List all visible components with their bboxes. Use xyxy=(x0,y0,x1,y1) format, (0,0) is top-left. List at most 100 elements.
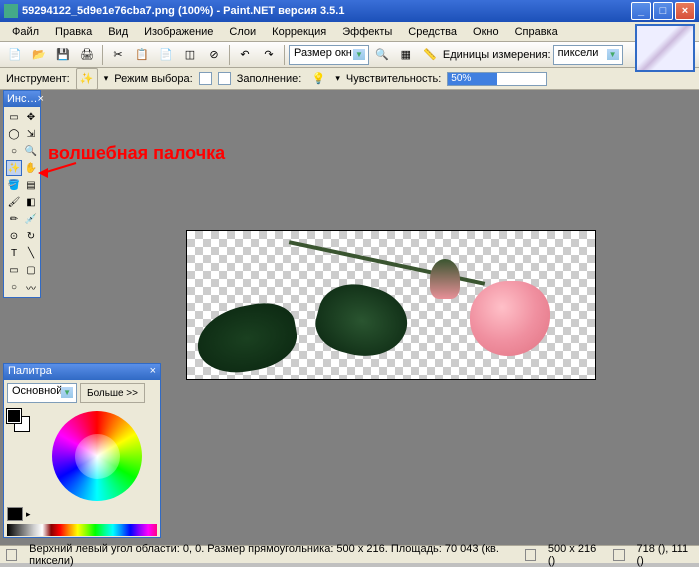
menu-image[interactable]: Изображение xyxy=(136,24,221,40)
status-bar: Верхний левый угол области: 0, 0. Размер… xyxy=(0,545,699,563)
pan-tool[interactable]: ✋ xyxy=(23,160,39,176)
clone-tool[interactable]: ⊙ xyxy=(6,228,22,244)
document-thumbnail[interactable] xyxy=(635,24,695,72)
sensitivity-label: Чувствительность: xyxy=(346,73,441,85)
rectangle-tool[interactable]: ▭ xyxy=(6,262,22,278)
open-button[interactable]: 📂 xyxy=(28,44,50,66)
instrument-label: Инструмент: xyxy=(6,73,70,85)
rounded-rect-tool[interactable]: ▢ xyxy=(23,262,39,278)
palette-body: Основной Больше >> ▸ xyxy=(4,380,160,539)
color-strip[interactable] xyxy=(7,524,157,536)
freeform-tool[interactable]: 〰 xyxy=(23,279,39,295)
menu-layers[interactable]: Слои xyxy=(221,24,264,40)
move-tool[interactable]: ✥ xyxy=(23,109,39,125)
line-tool[interactable]: ╲ xyxy=(23,245,39,261)
size-label: Размер окн xyxy=(294,47,352,59)
tools-panel-title: Инс… × xyxy=(4,91,40,107)
lasso-tool[interactable]: ◯ xyxy=(6,126,22,142)
menu-adjustments[interactable]: Коррекция xyxy=(264,24,334,40)
primary-label: Основной xyxy=(12,385,62,397)
color-channel-dropdown[interactable]: Основной xyxy=(7,383,77,403)
ellipse-select-tool[interactable]: ○ xyxy=(6,143,22,159)
paint-bucket-tool[interactable]: 🪣 xyxy=(6,177,22,193)
save-button[interactable]: 💾 xyxy=(52,44,74,66)
grid-button[interactable]: ▦ xyxy=(395,44,417,66)
undo-button[interactable]: ↶ xyxy=(234,44,256,66)
ruler-button[interactable]: 📏 xyxy=(419,44,441,66)
tools-panel: Инс… × ▭ ✥ ◯ ⇲ ○ 🔍 ✨ ✋ 🪣 ▤ 🖌 ◧ ✏ 💉 ⊙ ↻ T… xyxy=(3,90,41,298)
window-titlebar: 59294122_5d9e1e76cba7.png (100%) - Paint… xyxy=(0,0,699,22)
dropdown-arrow-icon[interactable]: ▾ xyxy=(104,73,109,84)
mode-label: Режим выбора: xyxy=(114,73,192,85)
brush-tool[interactable]: 🖌 xyxy=(6,194,22,210)
menu-edit[interactable]: Правка xyxy=(47,24,100,40)
cut-button[interactable]: ✂ xyxy=(107,44,129,66)
rect-select-tool[interactable]: ▭ xyxy=(6,109,22,125)
text-tool[interactable]: T xyxy=(6,245,22,261)
rose-bud xyxy=(430,259,460,299)
recolor-tool[interactable]: ↻ xyxy=(23,228,39,244)
menu-view[interactable]: Вид xyxy=(100,24,136,40)
ellipse-tool[interactable]: ○ xyxy=(6,279,22,295)
separator xyxy=(102,45,103,65)
main-toolbar: 📄 📂 💾 🖨 ✂ 📋 📄 ◫ ⊘ ↶ ↷ Размер окн 🔍 ▦ 📏 Е… xyxy=(0,42,699,68)
foreground-swatch[interactable] xyxy=(7,409,21,423)
status-icon xyxy=(6,549,17,561)
maximize-button[interactable]: □ xyxy=(653,2,673,20)
crop-button[interactable]: ◫ xyxy=(179,44,201,66)
redo-button[interactable]: ↷ xyxy=(258,44,280,66)
canvas-size-icon xyxy=(525,549,536,561)
units-value: пиксели xyxy=(558,47,599,59)
canvas[interactable] xyxy=(186,230,596,380)
size-dropdown[interactable]: Размер окн xyxy=(289,45,369,65)
menu-tools[interactable]: Средства xyxy=(400,24,465,40)
paste-button[interactable]: 📄 xyxy=(155,44,177,66)
print-button[interactable]: 🖨 xyxy=(76,44,98,66)
palette-panel: Палитра × Основной Больше >> ▸ xyxy=(3,363,161,538)
copy-button[interactable]: 📋 xyxy=(131,44,153,66)
pencil-tool[interactable]: ✏ xyxy=(6,211,22,227)
palette-close-icon[interactable]: × xyxy=(150,365,156,379)
units-dropdown[interactable]: пиксели xyxy=(553,45,623,65)
eraser-tool[interactable]: ◧ xyxy=(23,194,39,210)
menu-window[interactable]: Окно xyxy=(465,24,507,40)
color-picker-tool[interactable]: 💉 xyxy=(23,211,39,227)
dropdown-arrow-icon[interactable]: ▾ xyxy=(335,73,340,84)
menu-help[interactable]: Справка xyxy=(507,24,566,40)
rose-leaf xyxy=(309,276,414,367)
workspace: Инс… × ▭ ✥ ◯ ⇲ ○ 🔍 ✨ ✋ 🪣 ▤ 🖌 ◧ ✏ 💉 ⊙ ↻ T… xyxy=(0,90,699,545)
window-title: 59294122_5d9e1e76cba7.png (100%) - Paint… xyxy=(22,5,629,17)
canvas-image xyxy=(187,231,595,379)
rose-leaf xyxy=(192,298,302,379)
color-swatches[interactable] xyxy=(7,409,31,433)
more-button[interactable]: Больше >> xyxy=(80,383,145,403)
mode-check-1[interactable] xyxy=(199,72,212,85)
tool-options-bar: Инструмент: ✨ ▾ Режим выбора: Заполнение… xyxy=(0,68,699,90)
sensitivity-slider[interactable]: 50% xyxy=(447,72,547,86)
chevron-right-icon[interactable]: ▸ xyxy=(26,509,31,520)
zoom-button[interactable]: 🔍 xyxy=(371,44,393,66)
palette-title-bar: Палитра × xyxy=(4,364,160,380)
move-selection-tool[interactable]: ⇲ xyxy=(23,126,39,142)
thumbnail-image xyxy=(637,26,693,70)
minimize-button[interactable]: _ xyxy=(631,2,651,20)
current-color-swatch[interactable] xyxy=(7,507,23,521)
zoom-tool[interactable]: 🔍 xyxy=(23,143,39,159)
separator xyxy=(229,45,230,65)
fill-icon[interactable]: 💡 xyxy=(307,68,329,90)
new-button[interactable]: 📄 xyxy=(4,44,26,66)
color-wheel[interactable] xyxy=(52,411,142,501)
magic-wand-tool[interactable]: ✨ xyxy=(6,160,22,176)
units-label: Единицы измерения: xyxy=(443,49,551,61)
tools-close-icon[interactable]: × xyxy=(37,93,43,105)
cursor-pos-icon xyxy=(613,549,624,561)
current-tool-icon[interactable]: ✨ xyxy=(76,68,98,90)
app-icon xyxy=(4,4,18,18)
deselect-button[interactable]: ⊘ xyxy=(203,44,225,66)
menu-file[interactable]: Файл xyxy=(4,24,47,40)
close-button[interactable]: × xyxy=(675,2,695,20)
annotation-arrow-icon xyxy=(38,158,78,188)
gradient-tool[interactable]: ▤ xyxy=(23,177,39,193)
menu-effects[interactable]: Эффекты xyxy=(334,24,400,40)
mode-check-2[interactable] xyxy=(218,72,231,85)
